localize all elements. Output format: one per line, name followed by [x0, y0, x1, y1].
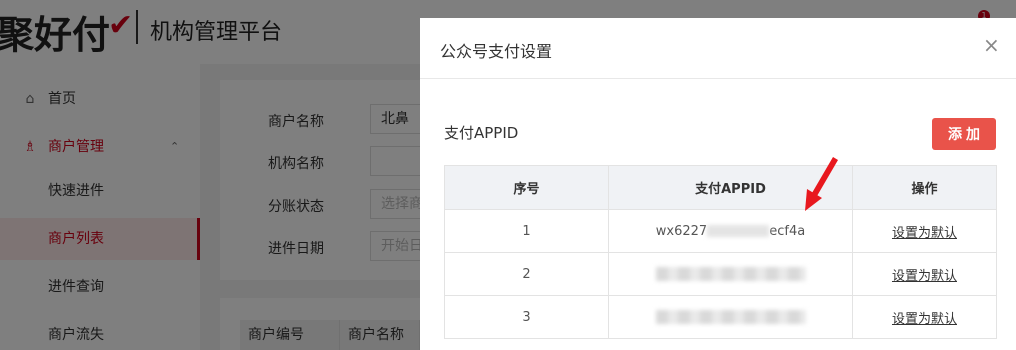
annotation-arrow-icon [805, 157, 838, 211]
